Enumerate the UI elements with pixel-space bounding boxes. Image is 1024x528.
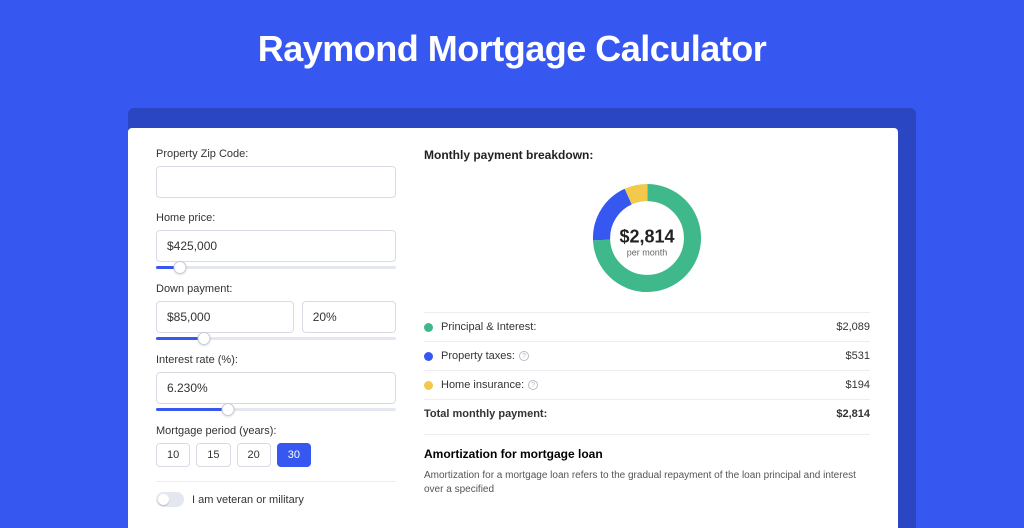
legend-label: Property taxes: ?	[441, 350, 846, 362]
period-group: Mortgage period (years): 10 15 20 30	[156, 425, 396, 467]
down-pct-input[interactable]	[302, 301, 396, 333]
legend-label: Principal & Interest:	[441, 321, 836, 333]
period-btn-20[interactable]: 20	[237, 443, 271, 467]
zip-input[interactable]	[156, 166, 396, 198]
legend-value: $531	[846, 350, 870, 362]
donut-sub: per month	[619, 248, 674, 258]
legend-label: Home insurance: ?	[441, 379, 846, 391]
legend-value: $2,089	[836, 321, 870, 333]
legend-dot	[424, 381, 433, 390]
legend-row-principal: Principal & Interest: $2,089	[424, 312, 870, 341]
slider-fill	[156, 408, 228, 411]
legend-dot	[424, 352, 433, 361]
donut-center: $2,814 per month	[619, 227, 674, 258]
slider-thumb[interactable]	[198, 332, 211, 345]
period-btn-15[interactable]: 15	[196, 443, 230, 467]
legend-row-taxes: Property taxes: ? $531	[424, 341, 870, 370]
total-label: Total monthly payment:	[424, 408, 836, 420]
rate-slider[interactable]	[156, 408, 396, 411]
legend: Principal & Interest: $2,089 Property ta…	[424, 312, 870, 428]
home-price-group: Home price:	[156, 212, 396, 269]
zip-label: Property Zip Code:	[156, 148, 396, 160]
down-payment-group: Down payment:	[156, 283, 396, 340]
legend-dot	[424, 323, 433, 332]
zip-field-group: Property Zip Code:	[156, 148, 396, 198]
down-label: Down payment:	[156, 283, 396, 295]
legend-text: Property taxes:	[441, 350, 515, 362]
home-price-slider[interactable]	[156, 266, 396, 269]
legend-text: Home insurance:	[441, 379, 524, 391]
period-btn-30[interactable]: 30	[277, 443, 311, 467]
period-label: Mortgage period (years):	[156, 425, 396, 437]
amortization-section: Amortization for mortgage loan Amortizat…	[424, 434, 870, 497]
down-amount-input[interactable]	[156, 301, 294, 333]
home-price-input[interactable]	[156, 230, 396, 262]
veteran-label: I am veteran or military	[192, 494, 304, 506]
amortization-text: Amortization for a mortgage loan refers …	[424, 469, 870, 497]
amortization-heading: Amortization for mortgage loan	[424, 447, 870, 461]
donut-amount: $2,814	[619, 227, 674, 248]
home-price-label: Home price:	[156, 212, 396, 224]
legend-value: $194	[846, 379, 870, 391]
rate-input[interactable]	[156, 372, 396, 404]
info-icon[interactable]: ?	[519, 351, 529, 361]
form-column: Property Zip Code: Home price: Down paym…	[156, 148, 396, 528]
period-row: 10 15 20 30	[156, 443, 396, 467]
breakdown-heading: Monthly payment breakdown:	[424, 148, 870, 162]
calculator-card: Property Zip Code: Home price: Down paym…	[128, 128, 898, 528]
veteran-toggle[interactable]	[156, 492, 184, 507]
slider-thumb[interactable]	[222, 403, 235, 416]
total-value: $2,814	[836, 408, 870, 420]
slider-thumb[interactable]	[174, 261, 187, 274]
rate-group: Interest rate (%):	[156, 354, 396, 411]
toggle-knob	[158, 494, 169, 505]
period-btn-10[interactable]: 10	[156, 443, 190, 467]
legend-text: Principal & Interest:	[441, 321, 536, 333]
rate-label: Interest rate (%):	[156, 354, 396, 366]
legend-row-insurance: Home insurance: ? $194	[424, 370, 870, 399]
donut-chart: $2,814 per month	[424, 172, 870, 312]
info-icon[interactable]: ?	[528, 380, 538, 390]
breakdown-column: Monthly payment breakdown: $2,814 per mo…	[424, 148, 870, 528]
page-title: Raymond Mortgage Calculator	[0, 0, 1024, 94]
legend-row-total: Total monthly payment: $2,814	[424, 399, 870, 428]
veteran-row: I am veteran or military	[156, 481, 396, 507]
down-slider[interactable]	[156, 337, 396, 340]
